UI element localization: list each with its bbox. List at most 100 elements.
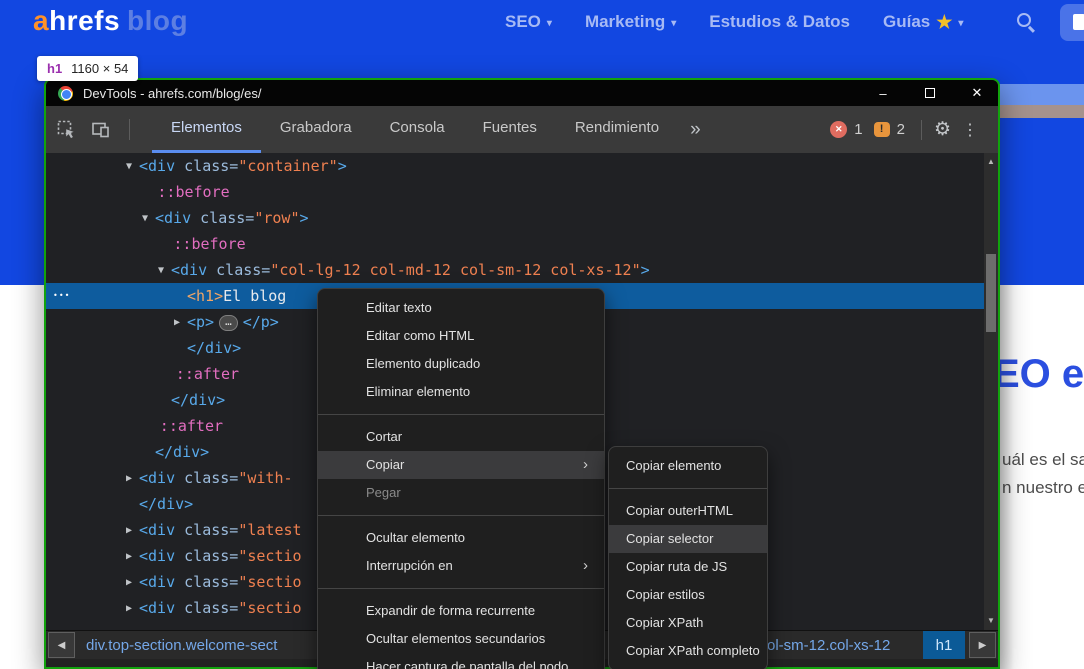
collapse-arrow-icon[interactable]: ▼ bbox=[126, 154, 139, 180]
scroll-up-icon[interactable]: ▲ bbox=[984, 154, 998, 169]
menu-item-eliminar-elemento[interactable]: Eliminar elemento bbox=[318, 378, 604, 406]
menu-item-label: Hacer captura de pantalla del nodo bbox=[366, 659, 568, 669]
code-segment: "col-lg-12 col-md-12 col-sm-12 col-xs-12… bbox=[270, 261, 640, 279]
code-segment: "with- bbox=[238, 469, 292, 487]
menu-item-copiar[interactable]: Copiar› bbox=[318, 451, 604, 479]
tree-row[interactable]: ▼<div class="row"> bbox=[46, 205, 984, 231]
menu-item-ocultar-elemento[interactable]: Ocultar elemento bbox=[318, 524, 604, 552]
menu-item-editar-texto[interactable]: Editar texto bbox=[318, 294, 604, 322]
menu-item-copiar-estilos[interactable]: Copiar estilos bbox=[609, 581, 767, 609]
code-segment: ::before bbox=[173, 235, 245, 253]
nav-item-estudios-datos[interactable]: Estudios & Datos bbox=[709, 12, 850, 32]
menu-item-copiar-selector[interactable]: Copiar selector bbox=[609, 525, 767, 553]
vertical-scrollbar[interactable]: ▲ ▼ bbox=[984, 153, 998, 630]
devtools-title-bar[interactable]: DevTools - ahrefs.com/blog/es/ – ✕ bbox=[46, 80, 998, 106]
expand-arrow-icon[interactable]: ▶ bbox=[126, 466, 139, 492]
code-segment: "latest bbox=[238, 521, 301, 539]
menu-item-copiar-elemento[interactable]: Copiar elemento bbox=[609, 452, 767, 480]
code-segment: </div> bbox=[171, 391, 225, 409]
breadcrumb-item-selected[interactable]: h1 bbox=[923, 631, 965, 660]
toolbar-divider bbox=[921, 120, 922, 140]
tree-row[interactable]: ::before bbox=[46, 179, 984, 205]
menu-item-copiar-xpath-completo[interactable]: Copiar XPath completo bbox=[609, 637, 767, 665]
code-segment: <p> bbox=[187, 313, 214, 331]
expand-arrow-icon[interactable]: ▶ bbox=[174, 310, 187, 336]
settings-gear-icon[interactable]: ⚙ bbox=[934, 118, 951, 141]
nav-item-seo[interactable]: SEO▾ bbox=[505, 12, 552, 32]
code-segment: "row" bbox=[254, 209, 299, 227]
code-segment: </div> bbox=[187, 339, 241, 357]
search-icon[interactable] bbox=[1017, 13, 1031, 27]
menu-item-pegar[interactable]: Pegar bbox=[318, 479, 604, 507]
device-toolbar-icon[interactable] bbox=[91, 120, 110, 144]
code-segment: <div bbox=[139, 547, 175, 565]
window-controls: – ✕ bbox=[876, 80, 984, 106]
nav-item-marketing[interactable]: Marketing▾ bbox=[585, 12, 676, 32]
code-segment: ::after bbox=[176, 365, 239, 383]
menu-item-elemento-duplicado[interactable]: Elemento duplicado bbox=[318, 350, 604, 378]
menu-item-ocultar-elementos-secundarios[interactable]: Ocultar elementos secundarios bbox=[318, 625, 604, 653]
tree-row[interactable]: ▼<div class="container"> bbox=[46, 153, 984, 179]
breadcrumb-forward-button[interactable]: ▶ bbox=[969, 632, 996, 658]
tab-grabadora[interactable]: Grabadora bbox=[261, 106, 371, 153]
chevron-down-icon: ▾ bbox=[671, 18, 676, 29]
header-cta-button[interactable] bbox=[1060, 4, 1084, 41]
scroll-down-icon[interactable]: ▼ bbox=[984, 613, 998, 628]
menu-item-cortar[interactable]: Cortar bbox=[318, 423, 604, 451]
minimize-button[interactable]: – bbox=[876, 86, 890, 101]
error-badge-icon[interactable]: ✕ bbox=[830, 121, 847, 138]
warning-badge-icon[interactable]: ! bbox=[874, 122, 890, 137]
breadcrumb-item[interactable]: div.top-section.welcome-sect bbox=[86, 631, 277, 660]
code-segment: <div bbox=[139, 573, 175, 591]
chevron-down-icon: ▾ bbox=[958, 18, 963, 29]
expand-arrow-icon[interactable]: ▶ bbox=[126, 518, 139, 544]
maximize-button[interactable] bbox=[925, 88, 935, 98]
tab-consola[interactable]: Consola bbox=[371, 106, 464, 153]
more-options-icon[interactable]: ⋮ bbox=[958, 120, 982, 140]
menu-item-copiar-xpath[interactable]: Copiar XPath bbox=[609, 609, 767, 637]
more-tabs-icon[interactable]: » bbox=[678, 106, 713, 153]
tree-row[interactable]: ▼<div class="col-lg-12 col-md-12 col-sm-… bbox=[46, 257, 984, 283]
expand-arrow-icon[interactable]: ▶ bbox=[126, 544, 139, 570]
inspect-element-icon[interactable] bbox=[57, 120, 76, 144]
close-button[interactable]: ✕ bbox=[970, 85, 984, 101]
nav-item-guías[interactable]: Guías★▾ bbox=[883, 12, 963, 33]
more-actions-icon[interactable]: ••• bbox=[53, 283, 70, 309]
inline-expand-button[interactable]: … bbox=[219, 315, 238, 331]
error-count[interactable]: 1 bbox=[854, 121, 862, 138]
menu-item-expandir-de-forma-recurrente[interactable]: Expandir de forma recurrente bbox=[318, 597, 604, 625]
breadcrumb-item[interactable]: ol-sm-12.col-xs-12 bbox=[767, 631, 890, 660]
breadcrumb-back-button[interactable]: ◀ bbox=[48, 632, 75, 658]
code-segment: class= bbox=[175, 157, 238, 175]
menu-item-copiar-outerhtml[interactable]: Copiar outerHTML bbox=[609, 497, 767, 525]
nav-item-label: SEO bbox=[505, 12, 541, 32]
collapse-arrow-icon[interactable]: ▼ bbox=[142, 206, 155, 232]
tab-elementos[interactable]: Elementos bbox=[152, 106, 261, 153]
tree-row[interactable]: ::before bbox=[46, 231, 984, 257]
code-segment: class= bbox=[191, 209, 254, 227]
menu-item-label: Copiar bbox=[366, 457, 404, 472]
collapse-arrow-icon[interactable]: ▼ bbox=[158, 258, 171, 284]
menu-item-hacer-captura-de-pantalla-del-nodo[interactable]: Hacer captura de pantalla del nodo bbox=[318, 653, 604, 669]
expand-arrow-icon[interactable]: ▶ bbox=[126, 596, 139, 622]
tooltip-tag-name: h1 bbox=[47, 61, 62, 76]
scrollbar-thumb[interactable] bbox=[986, 254, 996, 332]
code-segment: El blog bbox=[223, 287, 286, 305]
chrome-logo-icon bbox=[58, 86, 73, 101]
tab-fuentes[interactable]: Fuentes bbox=[464, 106, 556, 153]
code-segment: class= bbox=[175, 547, 238, 565]
menu-item-label: Pegar bbox=[366, 485, 401, 500]
element-size-tooltip: h1 1160 × 54 bbox=[37, 56, 138, 81]
ahrefs-logo[interactable]: ahrefsblog bbox=[33, 5, 188, 37]
toolbar-status-group: ✕ 1 ! 2 ⚙ ⋮ bbox=[830, 106, 982, 153]
menu-item-interrupción-en[interactable]: Interrupción en› bbox=[318, 552, 604, 580]
menu-item-editar-como-html[interactable]: Editar como HTML bbox=[318, 322, 604, 350]
menu-item-label: Copiar XPath bbox=[626, 615, 703, 630]
warning-count[interactable]: 2 bbox=[897, 121, 905, 138]
menu-item-copiar-ruta-de-js[interactable]: Copiar ruta de JS bbox=[609, 553, 767, 581]
copy-submenu: Copiar elemento Copiar outerHTMLCopiar se… bbox=[608, 446, 768, 669]
code-segment: class= bbox=[175, 573, 238, 591]
menu-item-label: Expandir de forma recurrente bbox=[366, 603, 535, 618]
expand-arrow-icon[interactable]: ▶ bbox=[126, 570, 139, 596]
tab-rendimiento[interactable]: Rendimiento bbox=[556, 106, 678, 153]
